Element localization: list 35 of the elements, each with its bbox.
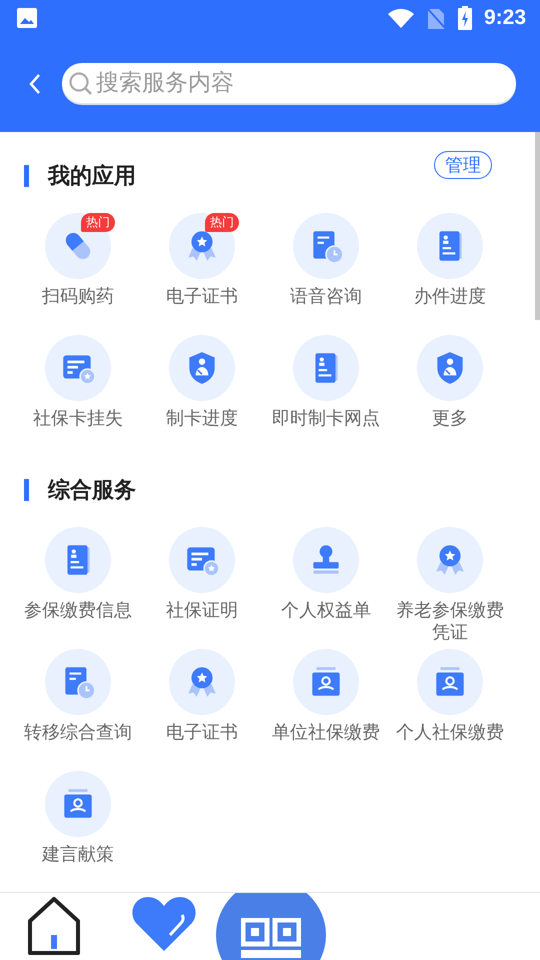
service-label[interactable]: 社保卡挂失 [33, 408, 123, 430]
wifi-icon [388, 8, 414, 28]
service-label[interactable]: 社保证明 [166, 600, 238, 622]
hot-badge: 热门 [205, 213, 239, 232]
section-marker [24, 479, 29, 501]
back-icon[interactable] [28, 73, 42, 95]
service-label[interactable]: 养老参保缴费凭证 [388, 600, 512, 644]
hot-badge: 热门 [81, 213, 115, 232]
service-label[interactable]: 更多 [432, 408, 468, 430]
manage-button[interactable]: 管理 [434, 151, 492, 179]
section-title: 我的应用 [48, 162, 137, 191]
service-label[interactable]: 单位社保缴费 [272, 722, 380, 744]
home-icon[interactable] [26, 895, 82, 957]
service-label[interactable]: 电子证书 [166, 286, 238, 308]
service-label[interactable]: 制卡进度 [166, 408, 238, 430]
service-label[interactable]: 扫码购药 [42, 286, 114, 308]
service-label[interactable]: 参保缴费信息 [24, 600, 132, 622]
search-field[interactable]: 搜索服务内容 [62, 63, 516, 103]
service-label[interactable]: 电子证书 [166, 722, 238, 744]
clock-time: 9:23 [484, 6, 526, 30]
image-icon [16, 7, 38, 29]
qr-code-icon [241, 918, 301, 958]
service-label[interactable]: 个人权益单 [281, 600, 371, 622]
service-label[interactable]: 建言献策 [42, 844, 114, 866]
heart-icon[interactable] [130, 895, 198, 953]
battery-icon [458, 6, 472, 30]
service-label[interactable]: 转移综合查询 [24, 722, 132, 744]
search-icon [68, 71, 94, 97]
section-marker [24, 165, 29, 187]
service-label[interactable]: 办件进度 [414, 286, 486, 308]
service-label[interactable]: 语音咨询 [290, 286, 362, 308]
service-label[interactable]: 即时制卡网点 [272, 408, 380, 430]
service-label[interactable]: 个人社保缴费 [396, 722, 504, 744]
section-title: 综合服务 [48, 477, 137, 505]
no-sim-icon [426, 7, 446, 29]
